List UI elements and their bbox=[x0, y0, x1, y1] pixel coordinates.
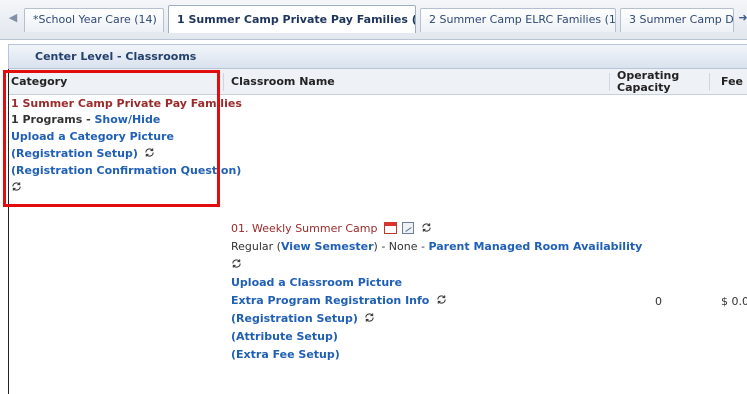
section-header: Center Level - Classrooms bbox=[8, 44, 747, 69]
chart-icon[interactable] bbox=[402, 222, 415, 234]
refresh-icon[interactable] bbox=[364, 312, 375, 323]
classroom-type: Regular ( bbox=[231, 240, 281, 253]
classroom-availability-refresh bbox=[231, 257, 242, 273]
tab-summer-camp-private-pay[interactable]: 1 Summer Camp Private Pay Families (1) bbox=[168, 5, 416, 33]
column-header-classroom-name[interactable]: Classroom Name bbox=[231, 69, 335, 95]
column-divider bbox=[223, 73, 224, 91]
tab-scroll-right-icon[interactable]: ➜ bbox=[736, 8, 747, 28]
classroom-type-suffix: ) - None - bbox=[373, 240, 429, 253]
tab-summer-camp-dai[interactable]: 3 Summer Camp Dai bbox=[620, 8, 734, 32]
tab-school-year-care[interactable]: *School Year Care (14) bbox=[24, 8, 164, 32]
column-divider bbox=[609, 73, 610, 91]
refresh-icon[interactable] bbox=[421, 222, 432, 233]
tab-label: 1 Summer Camp Private Pay Families (1) bbox=[177, 13, 416, 26]
fee-value: $ 0.0 bbox=[721, 295, 747, 308]
extra-program-registration-info-link[interactable]: Extra Program Registration Info bbox=[231, 294, 429, 307]
classroom-title-row: 01. Weekly Summer Camp bbox=[231, 221, 432, 237]
classroom-name[interactable]: 01. Weekly Summer Camp bbox=[231, 222, 377, 235]
registration-setup-link[interactable]: (Registration Setup) bbox=[231, 312, 358, 325]
calendar-icon[interactable] bbox=[383, 222, 397, 234]
section-title: Center Level - Classrooms bbox=[35, 50, 197, 63]
attribute-setup-link[interactable]: (Attribute Setup) bbox=[231, 329, 338, 345]
tab-summer-camp-elrc[interactable]: 2 Summer Camp ELRC Families (1) bbox=[420, 8, 616, 32]
tab-label: 3 Summer Camp Dai bbox=[629, 13, 734, 26]
tab-label: 2 Summer Camp ELRC Families (1) bbox=[429, 13, 616, 26]
extra-program-info-row: Extra Program Registration Info bbox=[231, 293, 447, 309]
refresh-icon[interactable] bbox=[231, 258, 242, 269]
parent-managed-room-availability-link[interactable]: Parent Managed Room Availability bbox=[428, 240, 642, 253]
column-header-fee[interactable]: Fee bbox=[721, 69, 743, 95]
tab-strip: ◀ *School Year Care (14) 1 Summer Camp P… bbox=[0, 0, 747, 40]
upload-classroom-picture-link[interactable]: Upload a Classroom Picture bbox=[231, 275, 402, 291]
highlight-box bbox=[3, 70, 220, 207]
classroom-registration-setup-row: (Registration Setup) bbox=[231, 311, 375, 327]
column-divider bbox=[709, 73, 710, 91]
operating-capacity-value: 0 bbox=[655, 295, 662, 308]
column-header-text: Capacity bbox=[617, 81, 671, 94]
refresh-icon[interactable] bbox=[436, 294, 447, 305]
view-semester-link[interactable]: View Semester bbox=[281, 240, 374, 253]
tab-scroll-left-icon[interactable]: ◀ bbox=[6, 8, 20, 28]
extra-fee-setup-link[interactable]: (Extra Fee Setup) bbox=[231, 347, 340, 363]
classroom-type-row: Regular (View Semester) - None - Parent … bbox=[231, 239, 642, 255]
tab-label: *School Year Care (14) bbox=[33, 13, 157, 26]
column-header-operating-capacity[interactable]: Operating Capacity bbox=[617, 69, 680, 95]
